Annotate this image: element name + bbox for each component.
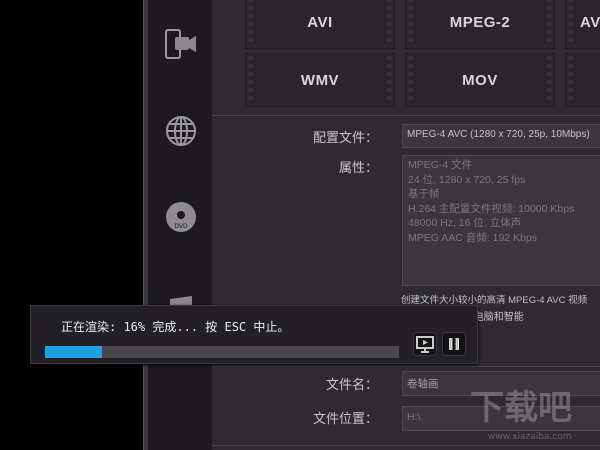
format-tile-partial[interactable]: AV [565,0,600,49]
dvd-icon[interactable]: DVD [164,200,198,234]
profile-label: 配置文件： [312,131,378,146]
description-line: 创建文件大小较小的高清 MPEG-4 AVC 视频 [401,295,588,306]
format-tile-partial-2[interactable] [565,53,600,107]
format-label: AV [580,13,600,31]
format-label: WMV [300,71,340,89]
format-label: MPEG-2 [449,13,511,31]
format-label: AVI [307,13,333,31]
format-tile-wmv[interactable]: WMV [245,53,395,107]
properties-box: MPEG-4 文件 24 位, 1280 x 720, 25 fps 基于帧 H… [402,155,600,286]
screen-play-icon [416,336,434,353]
section-divider [212,366,600,367]
section-divider [212,115,600,116]
filename-label: 文件名： [325,378,378,393]
preview-area [0,0,143,450]
svg-text:DVD: DVD [174,223,188,230]
pause-button[interactable] [442,332,466,356]
progress-text: 正在渲染: 16% 完成... 按 ESC 中止。 [61,320,290,334]
property-line: 24 位, 1280 x 720, 25 fps [408,173,526,186]
preview-button[interactable] [413,332,437,356]
watermark-url: www.xiazaiba.com [488,432,572,442]
progress-bar [45,346,399,358]
location-label: 文件位置： [312,412,378,427]
pause-icon [449,338,459,350]
property-line: 基于帧 [408,188,440,200]
format-tile-mov[interactable]: MOV [405,53,555,107]
format-label: MOV [462,71,498,89]
property-line: 48000 Hz, 16 位, 立体声 [408,217,522,229]
property-line: MPEG AAC 音频: 192 Kbps [408,231,537,244]
progress-fill [45,346,102,358]
render-progress-dialog: 正在渲染: 16% 完成... 按 ESC 中止。 [30,305,478,364]
properties-label: 属性： [338,161,378,176]
profile-select[interactable]: MPEG-4 AVC (1280 x 720, 25p, 10Mbps) [402,124,600,148]
format-tile-mpeg2[interactable]: MPEG-2 [405,0,555,49]
watermark-logo: 下载吧 [470,388,572,428]
section-divider [212,445,600,446]
category-sidebar: DVD 3D [148,0,212,450]
property-line: MPEG-4 文件 [408,159,473,171]
globe-icon[interactable] [164,114,198,148]
property-line: H.264 主配置文件视频: 10000 Kbps [408,202,575,215]
format-tile-avi[interactable]: AVI [245,0,395,49]
mobile-video-icon[interactable] [164,27,198,61]
